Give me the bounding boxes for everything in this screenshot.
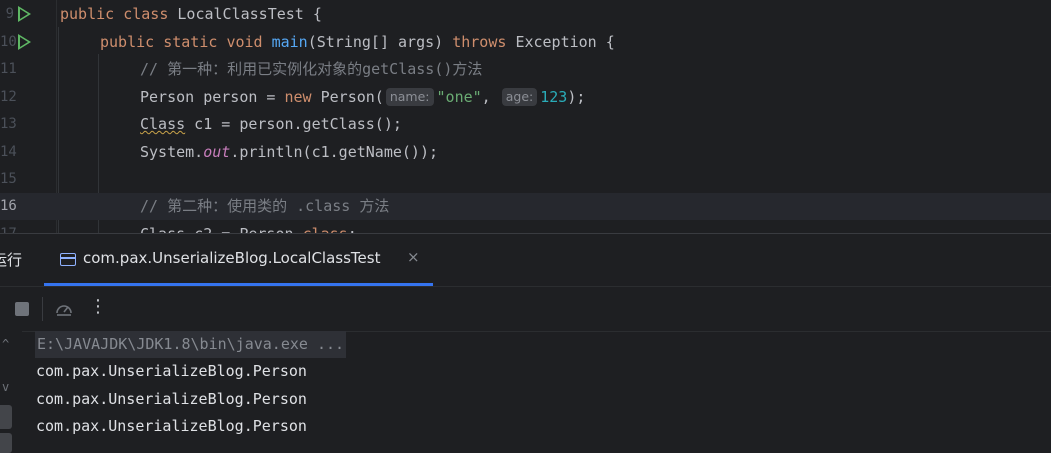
warning-token[interactable]: Class	[140, 115, 185, 133]
comment: // 第一种：利用已实例化对象的getClass()方法	[140, 60, 483, 78]
run-toolbar: ⋮	[0, 286, 1051, 332]
param-hint-age: age:	[501, 88, 538, 106]
line-number: 16	[0, 198, 17, 214]
code-line-9[interactable]: 9 public class LocalClassTest {	[0, 1, 1051, 28]
code-line-12[interactable]: 12 Person person = new Person(name: "one"…	[0, 84, 1051, 111]
code-line-16[interactable]: 16 // 第二种：使用类的 .class 方法	[0, 193, 1051, 220]
param-hint-name: name:	[385, 88, 434, 106]
code-text: );	[567, 88, 586, 106]
code-line-14[interactable]: 14 System.out.println(c1.getName());	[0, 139, 1051, 166]
code-text: .println(c1.getName());	[230, 143, 439, 161]
line-number: 13	[0, 116, 17, 132]
line-number: 10	[0, 34, 17, 50]
string-literal: "one"	[436, 88, 482, 106]
keyword: public	[100, 33, 155, 51]
toolbar-separator	[42, 297, 43, 321]
console-command-line[interactable]: E:\JAVAJDK\JDK1.8\bin\java.exe ...	[35, 331, 347, 358]
console-gutter: ^ v	[0, 331, 22, 453]
console-output-line: com.pax.UnserializeBlog.Person	[36, 417, 307, 435]
more-options-button[interactable]: ⋮	[89, 296, 107, 317]
line-number: 9	[5, 6, 14, 22]
keyword: class	[303, 225, 348, 233]
code-text: c1 = person.getClass();	[185, 115, 402, 133]
run-tool-window: 运行 com.pax.UnserializeBlog.LocalClassTes…	[0, 233, 1051, 453]
soft-wrap-button[interactable]	[0, 405, 12, 429]
keyword: static	[163, 33, 218, 51]
number-literal: 123	[540, 88, 568, 106]
keyword: class	[123, 5, 169, 23]
code-text: ,	[481, 88, 500, 106]
run-tab-bar: 运行 com.pax.UnserializeBlog.LocalClassTes…	[0, 234, 1051, 286]
run-config-tab[interactable]: com.pax.UnserializeBlog.LocalClassTest ×	[44, 234, 433, 286]
line-number: 11	[0, 61, 17, 77]
code-text: ;	[348, 225, 357, 233]
scroll-up-icon[interactable]: ^	[2, 337, 9, 351]
static-field: out	[203, 143, 231, 161]
console-output-line: com.pax.UnserializeBlog.Person	[36, 362, 307, 380]
code-line-13[interactable]: 13 Class c1 = person.getClass();	[0, 111, 1051, 138]
line-number: 15	[0, 171, 17, 187]
code-line-10[interactable]: 10 public static void main(String[] args…	[0, 29, 1051, 56]
comment: // 第二种：使用类的 .class 方法	[140, 197, 390, 215]
code-text: Class c2 = Person.	[140, 225, 303, 233]
scroll-down-icon[interactable]: v	[2, 380, 9, 394]
keyword: void	[226, 33, 263, 51]
stop-button[interactable]	[15, 302, 29, 316]
code-text: Person person =	[140, 88, 285, 106]
line-number: 12	[0, 89, 17, 105]
code-line-17[interactable]: 17 Class c2 = Person.class;	[0, 221, 1051, 233]
line-number: 14	[0, 144, 17, 160]
params: (String[] args)	[307, 33, 444, 51]
keyword: throws	[452, 33, 507, 51]
console-output[interactable]: ^ v E:\JAVAJDK\JDK1.8\bin\java.exe ... c…	[0, 331, 1051, 453]
code-line-15[interactable]: 15	[0, 166, 1051, 193]
scroll-to-end-button[interactable]	[0, 433, 12, 453]
run-main-icon[interactable]	[18, 34, 31, 50]
tab-label: com.pax.UnserializeBlog.LocalClassTest	[83, 249, 381, 267]
profiler-icon[interactable]	[54, 299, 74, 319]
line-number: 17	[0, 221, 17, 233]
console-window-icon	[60, 253, 76, 266]
exception-type: Exception {	[515, 33, 615, 51]
class-name: LocalClassTest {	[177, 5, 322, 23]
code-editor[interactable]: 9 public class LocalClassTest { 10 publi…	[0, 0, 1051, 233]
keyword: public	[60, 5, 115, 23]
console-output-line: com.pax.UnserializeBlog.Person	[36, 390, 307, 408]
run-window-title: 运行	[0, 251, 23, 269]
close-icon[interactable]: ×	[407, 248, 420, 266]
code-text: System.	[140, 143, 204, 161]
code-line-11[interactable]: 11 // 第一种：利用已实例化对象的getClass()方法	[0, 56, 1051, 83]
run-class-icon[interactable]	[18, 6, 31, 22]
method-name: main	[271, 33, 308, 51]
code-text: Person(	[311, 88, 384, 106]
keyword: new	[284, 88, 312, 106]
